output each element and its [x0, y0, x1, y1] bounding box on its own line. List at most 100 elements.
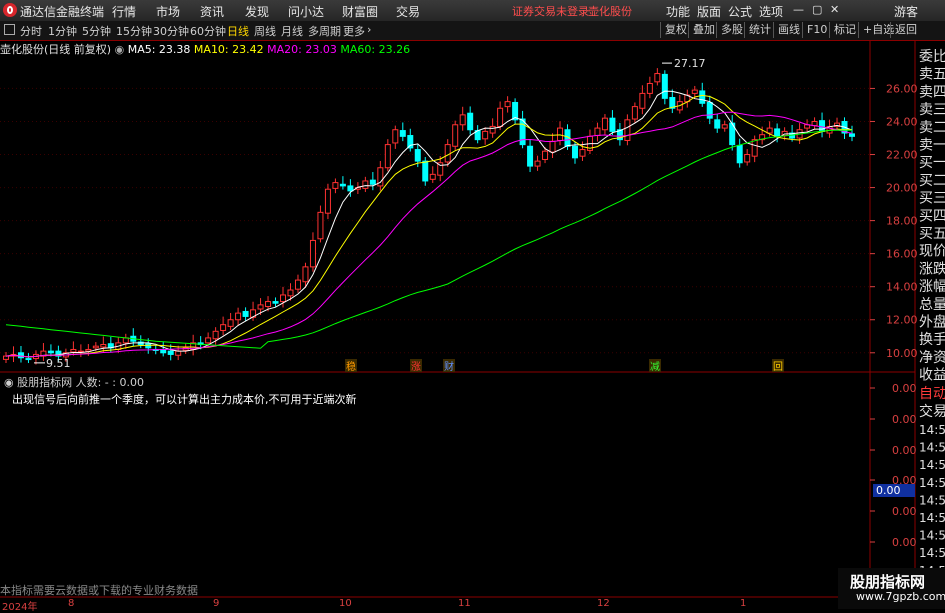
candle-body [287, 289, 294, 297]
quote-label: 买三 [919, 191, 945, 207]
candle-body [122, 337, 129, 344]
period-day[interactable]: 日线 [227, 23, 249, 39]
candle-body [691, 89, 698, 94]
period-1min[interactable]: 1分钟 [48, 23, 77, 39]
menu-xuanxiang[interactable]: 选项 [759, 3, 783, 20]
candle-body [819, 120, 826, 132]
candle-body [242, 310, 249, 317]
candle-body [594, 127, 601, 137]
candle-body [384, 144, 391, 169]
menu-hangqing[interactable]: 行情 [112, 3, 136, 20]
period-fenshi[interactable]: 分时 [20, 23, 42, 39]
kline-chart[interactable]: 26.00 24.00 22.00 20.00 18.00 16.00 14.00 12.00… [0, 40, 945, 600]
login-status[interactable]: 证券交易未登录 [512, 3, 589, 19]
checkbox-icon[interactable] [4, 24, 15, 35]
chevron-right-icon[interactable]: › [367, 23, 371, 36]
period-toolbar: 分时 1分钟 5分钟 15分钟 30分钟 60分钟 日线 周线 月线 多周期 更… [0, 21, 945, 41]
watermark-url: www.7gpzb.com [856, 590, 945, 603]
candle-body [849, 133, 855, 137]
period-60min[interactable]: 60分钟 [190, 23, 226, 39]
menu-shichang[interactable]: 市场 [156, 3, 180, 20]
quote-label: 卖三 [919, 102, 945, 118]
candle-body [324, 188, 331, 214]
btn-tongji[interactable]: 统计 [744, 22, 775, 38]
period-month[interactable]: 月线 [281, 23, 303, 39]
period-multi[interactable]: 多周期 [308, 23, 341, 39]
candle-body [294, 279, 301, 290]
candle-body [339, 183, 346, 187]
period-30min[interactable]: 30分钟 [153, 23, 189, 39]
sub-y-label: 0.00 [892, 413, 917, 426]
app-logo-icon [3, 3, 17, 17]
quote-label: 收益 [919, 368, 945, 384]
candle-body [3, 355, 9, 360]
candle-body [774, 128, 781, 137]
trade-time: 14:55 [919, 476, 945, 490]
menu-faxian[interactable]: 发现 [245, 3, 269, 20]
x-label-nov: 11 [458, 598, 471, 609]
candle-body [25, 358, 32, 361]
trade-time: 14:56 [919, 546, 945, 560]
menu-caifuquan[interactable]: 财富圈 [342, 3, 378, 20]
guest-label[interactable]: 游客 [894, 3, 918, 20]
candle-body [744, 154, 751, 163]
candle-body [220, 324, 227, 331]
btn-huaxian[interactable]: 画线 [773, 22, 804, 38]
btn-duogu[interactable]: 多股 [716, 22, 747, 38]
ma60-line [5, 129, 852, 349]
menu-jiaoyi[interactable]: 交易 [396, 3, 420, 20]
sub-y-label: 0.00 [892, 536, 917, 549]
candle-body [504, 101, 511, 108]
period-15min[interactable]: 15分钟 [116, 23, 152, 39]
candle-body [646, 82, 653, 94]
quote-panel: 委比卖五卖四卖三卖二卖一买一买二买三买四买五现价涨跌涨幅总量外盘换手净资收益自动… [919, 49, 945, 578]
period-more[interactable]: 更多 [343, 23, 365, 39]
menu-wenxiaoda[interactable]: 问小达 [288, 3, 324, 20]
restore-icon[interactable]: ▢ [812, 3, 822, 16]
candle-body [549, 140, 556, 153]
candle-body [317, 211, 324, 240]
candle-body [624, 119, 631, 141]
quote-label: 买五 [919, 226, 945, 242]
period-5min[interactable]: 5分钟 [82, 23, 111, 39]
btn-f10[interactable]: F10 [802, 22, 831, 38]
candle-body [497, 107, 504, 127]
btn-diejia[interactable]: 叠加 [688, 22, 719, 38]
x-label-oct: 10 [339, 598, 352, 609]
low-price-label: 9.51 [46, 357, 71, 370]
x-label-aug: 8 [68, 598, 75, 609]
menu-gongneng[interactable]: 功能 [666, 3, 690, 20]
close-icon[interactable]: ✕ [830, 3, 839, 16]
minimize-icon[interactable]: — [793, 3, 804, 16]
btn-biaoji[interactable]: 标记 [829, 22, 860, 38]
period-week[interactable]: 周线 [254, 23, 276, 39]
indicator-icon[interactable]: ◉ [4, 376, 14, 389]
chart-frame [0, 40, 916, 598]
x-label-dec: 12 [597, 598, 610, 609]
menu-gongshi[interactable]: 公式 [728, 3, 752, 20]
y-tick-label: 26.00 [886, 82, 918, 95]
candle-body [467, 112, 474, 131]
candle-body [70, 348, 77, 353]
candle-body [257, 304, 264, 310]
menu-zixun[interactable]: 资讯 [200, 3, 224, 20]
btn-fuquan[interactable]: 复权 [660, 22, 691, 38]
trade-time: 14:56 [919, 529, 945, 543]
candle-body [489, 125, 496, 134]
candle-body [631, 106, 638, 120]
quote-label: 委比 [919, 49, 945, 65]
btn-fanhui[interactable]: 返回 [890, 22, 921, 38]
candle-body [100, 344, 107, 348]
menu-banmian[interactable]: 版面 [697, 3, 721, 20]
trade-time: 14:56 [919, 493, 945, 507]
y-tick-label: 24.00 [886, 115, 918, 128]
sub-title-row: ◉ 股朋指标网 人数: - : 0.00 [4, 374, 144, 390]
y-tick-label: 18.00 [886, 215, 918, 228]
signal-marker: 涨 [411, 361, 421, 373]
quote-label: 卖四 [919, 84, 945, 100]
signal-markers: 稳涨财减回 [34, 62, 784, 373]
candle-body [369, 179, 376, 185]
candle-body [362, 180, 369, 189]
quote-label: 涨幅 [919, 279, 945, 295]
candle-body [227, 319, 234, 327]
